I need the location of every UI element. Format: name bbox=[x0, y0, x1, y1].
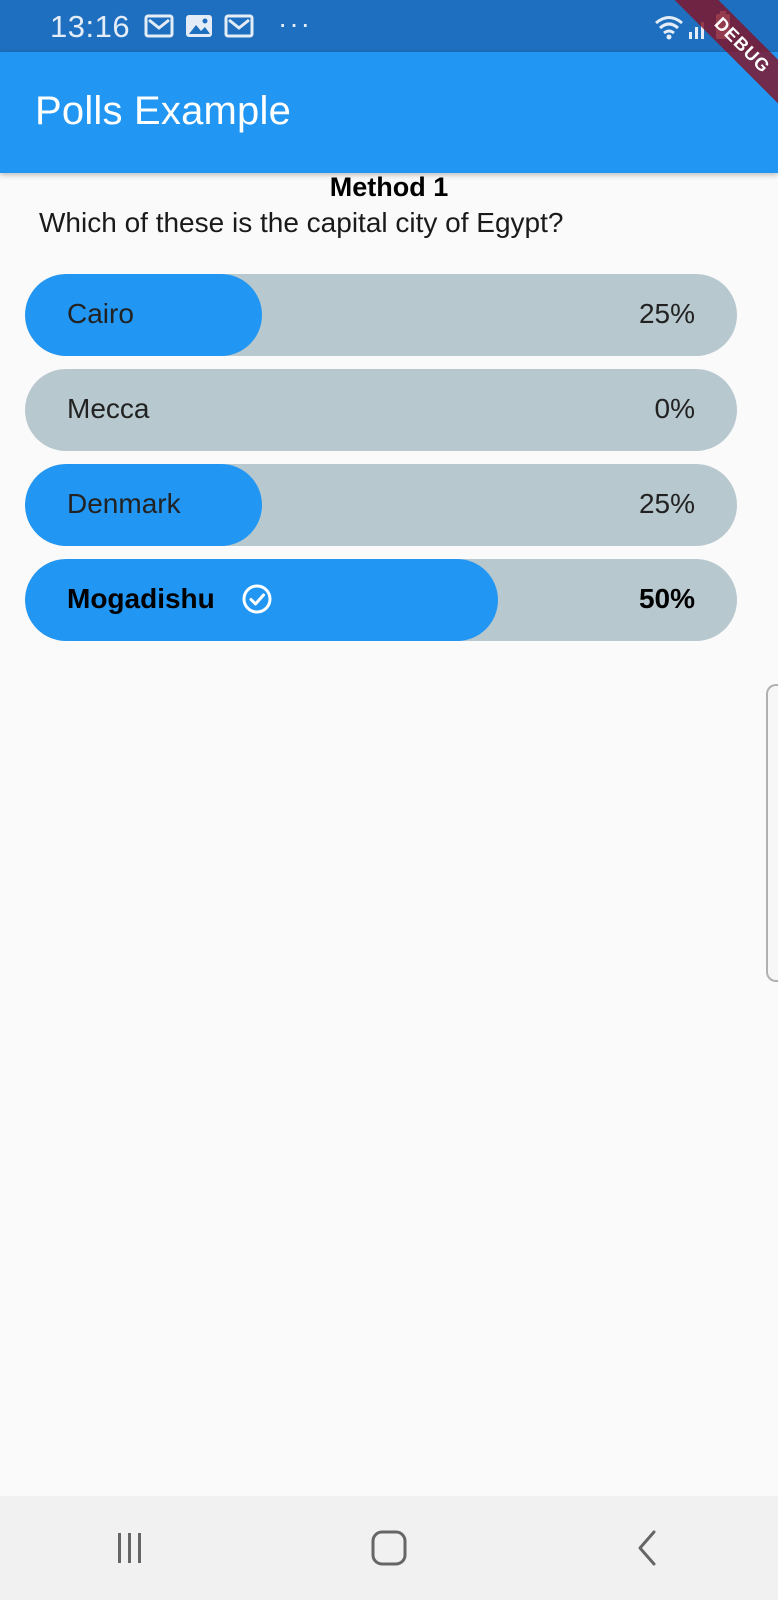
poll-options: Cairo 25% Mecca 0% Denmark 25% Mogadishu bbox=[25, 274, 737, 654]
poll-option-mecca[interactable]: Mecca 0% bbox=[25, 369, 737, 451]
back-icon bbox=[638, 1530, 656, 1566]
poll-option-label-wrap: Mecca bbox=[67, 393, 149, 425]
poll-option-percent: 50% bbox=[638, 583, 695, 614]
screen: 13:16 ··· DEBUG Polls Example Method 1 W… bbox=[0, 0, 778, 1600]
recents-button[interactable] bbox=[90, 1518, 170, 1578]
back-button[interactable] bbox=[608, 1518, 688, 1578]
poll-option-label: Denmark bbox=[67, 488, 181, 519]
more-notifications-icon: ··· bbox=[278, 8, 312, 39]
poll-question: Which of these is the capital city of Eg… bbox=[39, 207, 564, 238]
poll-option-mogadishu[interactable]: Mogadishu 50% bbox=[25, 559, 737, 641]
poll-option-percent: 0% bbox=[654, 393, 695, 424]
poll-option-label: Mecca bbox=[67, 393, 150, 424]
edge-panel-handle[interactable] bbox=[766, 684, 778, 982]
poll-option-label-wrap: Cairo bbox=[67, 298, 134, 330]
check-circle-icon bbox=[242, 584, 272, 614]
poll-option-denmark[interactable]: Denmark 25% bbox=[25, 464, 737, 546]
navigation-bar bbox=[0, 1496, 778, 1600]
debug-banner-container: DEBUG bbox=[658, 0, 778, 120]
gmail-icon bbox=[144, 14, 174, 38]
notification-icons bbox=[144, 12, 254, 40]
poll-option-cairo[interactable]: Cairo 25% bbox=[25, 274, 737, 356]
gallery-icon bbox=[186, 15, 212, 37]
poll-option-label: Mogadishu bbox=[67, 583, 215, 614]
poll-option-label-wrap: Denmark bbox=[67, 488, 181, 520]
poll-option-label: Cairo bbox=[67, 298, 134, 329]
poll-option-percent: 25% bbox=[638, 298, 695, 329]
app-title: Polls Example bbox=[35, 89, 292, 133]
debug-banner: DEBUG bbox=[667, 0, 778, 120]
home-icon bbox=[371, 1530, 407, 1566]
poll-option-percent: 25% bbox=[638, 488, 695, 519]
home-button[interactable] bbox=[349, 1518, 429, 1578]
status-time: 13:16 bbox=[50, 9, 131, 44]
poll-option-label-wrap: Mogadishu bbox=[67, 583, 273, 615]
poll-method-title: Method 1 bbox=[329, 172, 449, 202]
recents-icon bbox=[117, 1533, 141, 1563]
poll-option-fill bbox=[25, 274, 262, 356]
gmail-icon bbox=[224, 14, 254, 38]
